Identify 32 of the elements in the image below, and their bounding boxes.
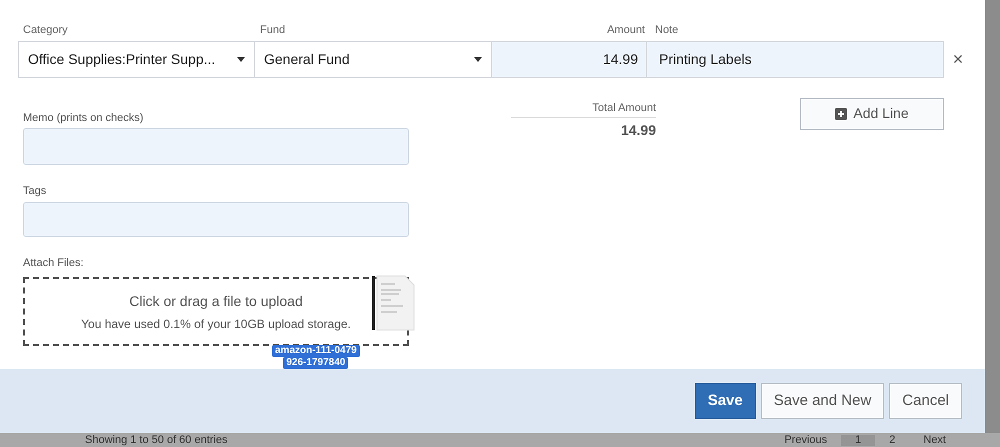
fund-dropdown[interactable]: General Fund xyxy=(255,40,492,78)
pagination-link[interactable]: Previous xyxy=(770,434,842,446)
pagination-link[interactable]: 2 xyxy=(875,434,910,446)
document-thumbnail-icon xyxy=(372,274,416,332)
caret-icon xyxy=(237,56,245,62)
plus-icon xyxy=(835,108,848,120)
tags-field[interactable] xyxy=(23,202,409,236)
field-label: Fund xyxy=(259,23,286,38)
secondary-button[interactable]: Cancel xyxy=(889,383,962,419)
caret-icon xyxy=(474,56,482,62)
category-dropdown[interactable]: Office Supplies:Printer Supp... xyxy=(18,40,255,78)
upload-title: Click or drag a file to upload xyxy=(129,292,303,311)
dragged-file-label: amazon-111-0479 926-1797840 xyxy=(272,345,360,369)
field-label: Amount xyxy=(606,23,646,38)
amount-field[interactable]: 14.99 xyxy=(492,40,647,78)
add-line-button[interactable]: Add Line xyxy=(800,98,944,130)
total-label: Total Amount xyxy=(511,100,656,118)
pagination-link[interactable]: 1 xyxy=(841,434,876,446)
save-button[interactable]: Save xyxy=(694,383,756,419)
field-label: Memo (prints on checks) xyxy=(23,110,144,126)
memo-field[interactable] xyxy=(23,128,409,165)
field-label: Tags xyxy=(23,184,48,199)
field-label: Note xyxy=(654,23,678,38)
entries-count: Showing 1 to 50 of 60 entries xyxy=(85,434,228,446)
remove-line-button[interactable]: × xyxy=(950,50,966,68)
pagination-link[interactable]: Next xyxy=(909,434,960,446)
secondary-button[interactable]: Save and New xyxy=(760,383,884,419)
field-label: Attach Files: xyxy=(23,256,85,270)
note-field[interactable]: Printing Labels xyxy=(647,40,944,78)
total-value: 14.99 xyxy=(620,121,656,140)
upload-usage: You have used 0.1% of your 10GB upload storage. xyxy=(81,316,351,332)
field-label: Category xyxy=(22,23,69,38)
